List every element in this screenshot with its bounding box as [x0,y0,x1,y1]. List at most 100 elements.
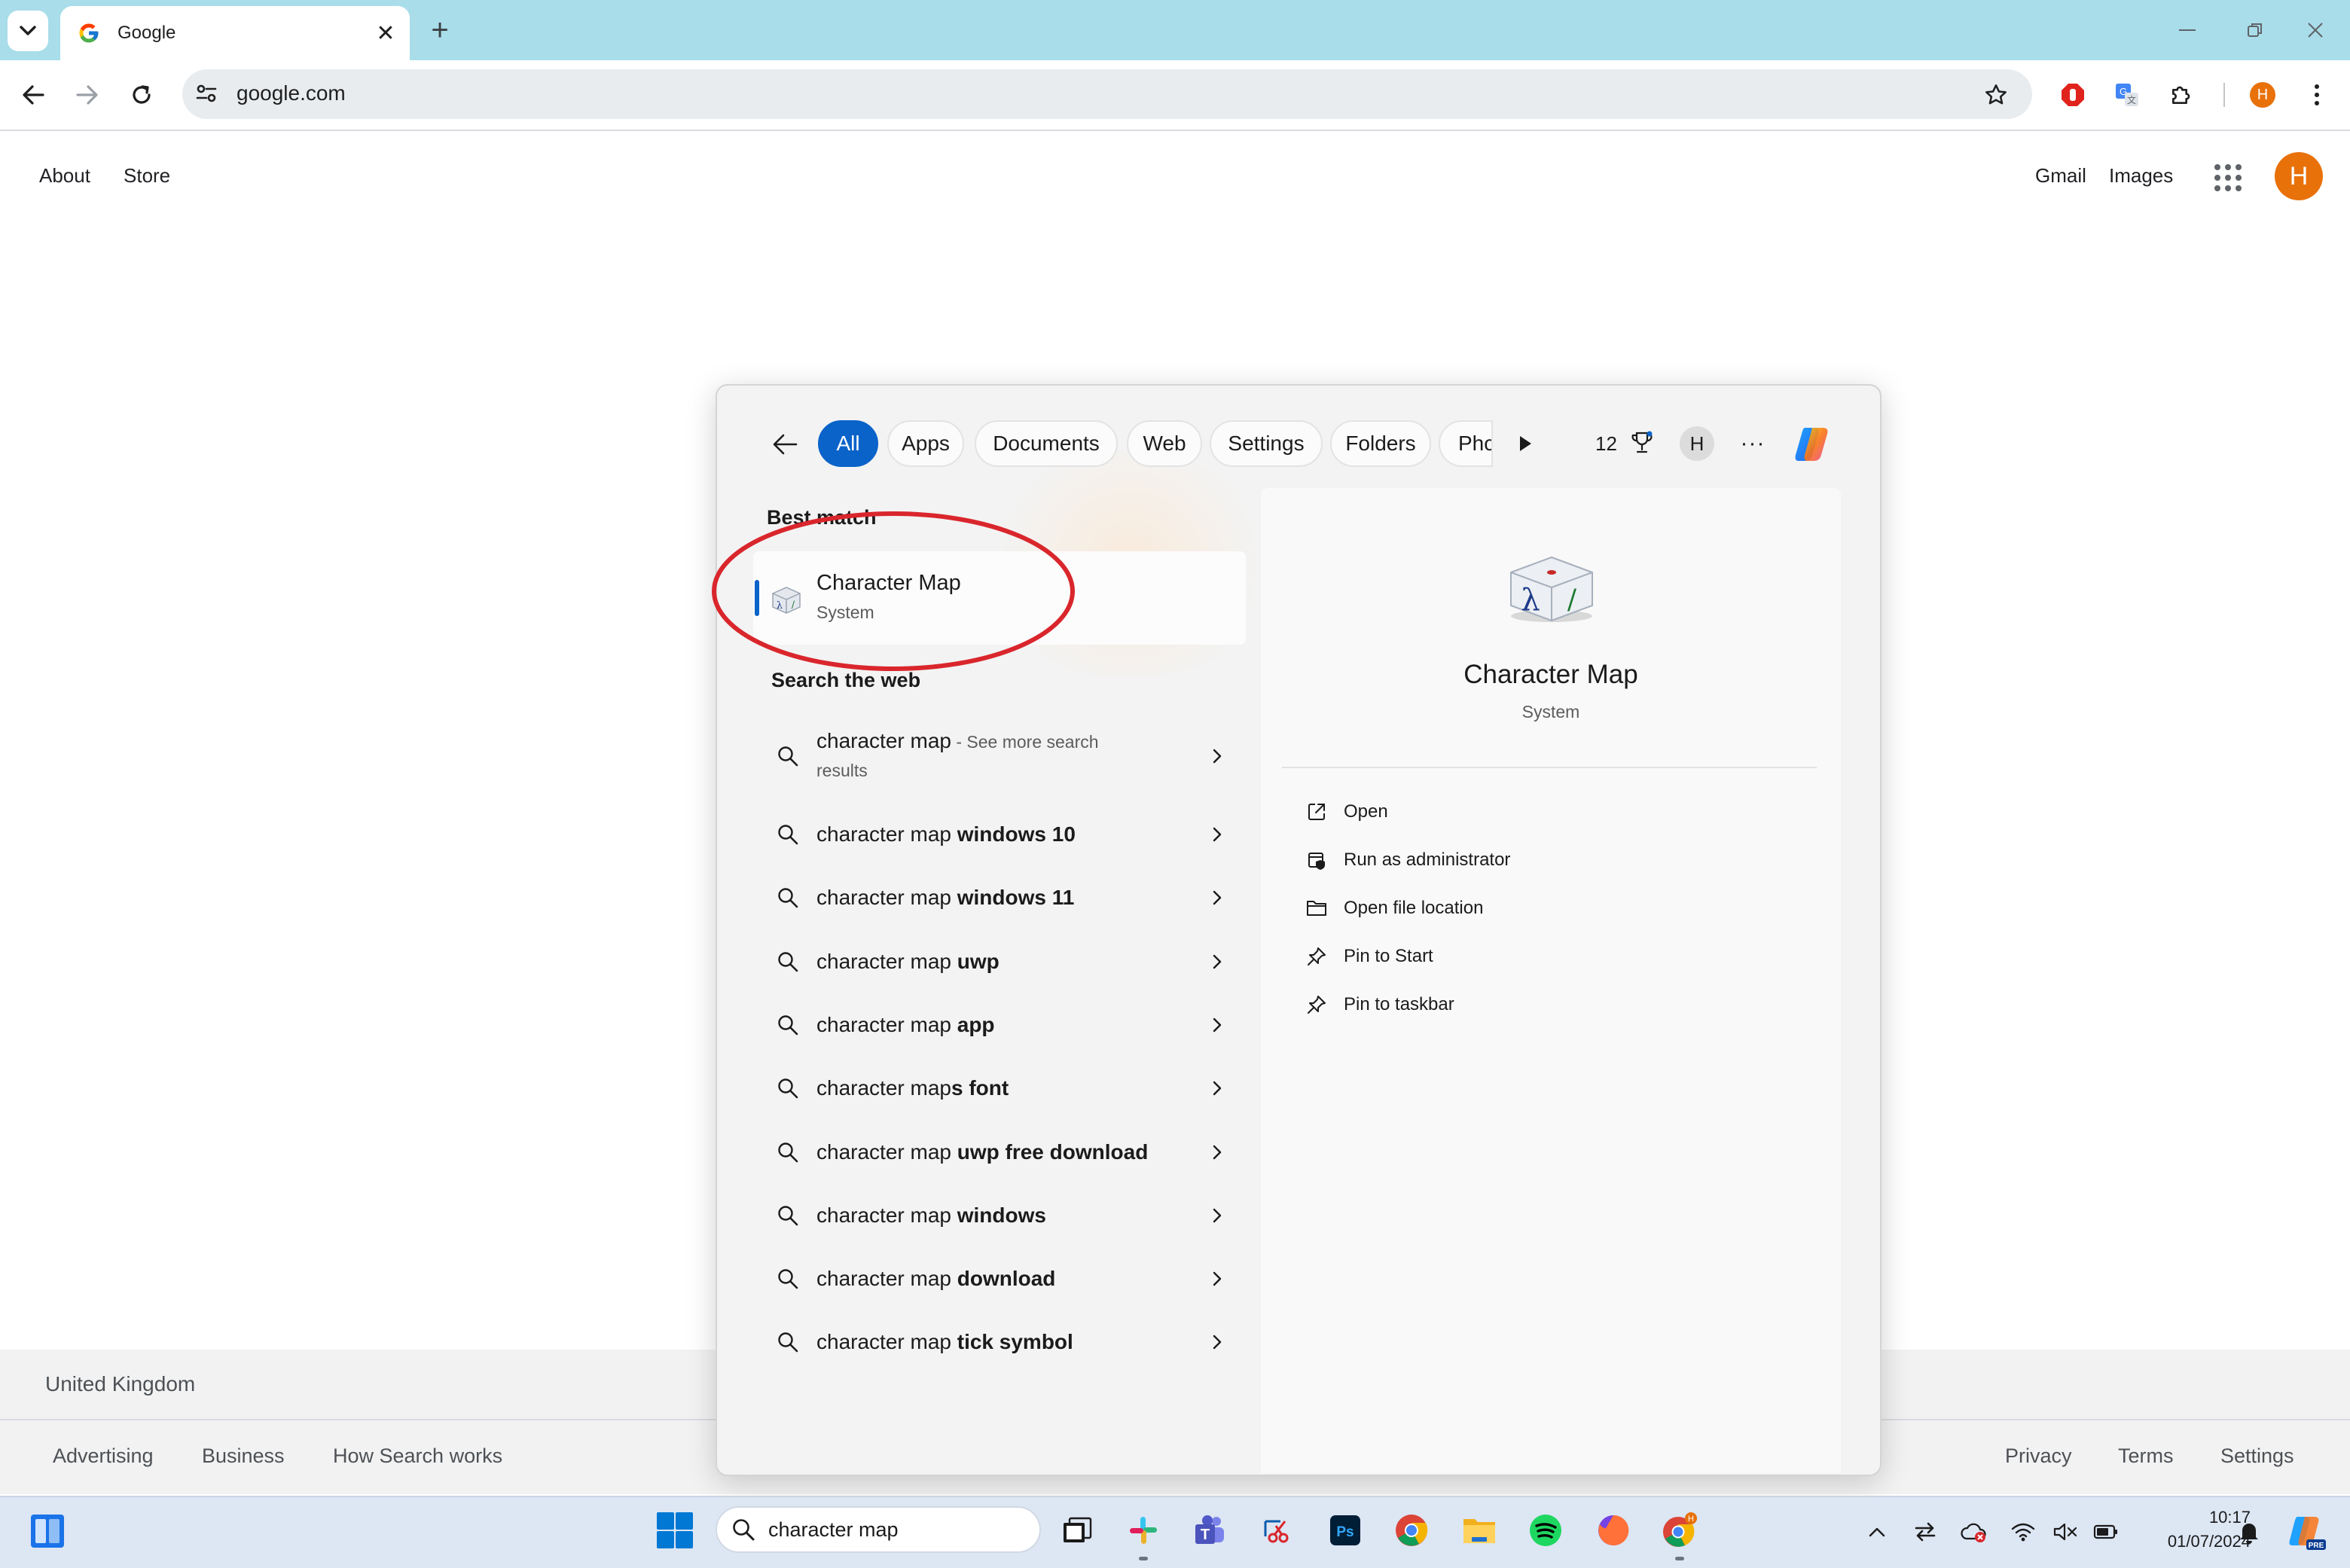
profile-avatar[interactable]: H [2246,78,2279,111]
address-bar[interactable] [182,69,2032,119]
snipping-tool-icon[interactable] [1256,1509,1299,1551]
filter-chip-all[interactable]: All [818,420,878,467]
web-suggestion-row[interactable]: character map windows 10 [753,803,1246,866]
clock-date[interactable]: 01/07/2024 [2123,1532,2251,1551]
action-label: Open file location [1344,898,1484,918]
svg-text:λ: λ [1521,583,1540,618]
web-suggestion-row[interactable]: character map app [753,993,1246,1057]
kebab-menu-icon [2315,84,2319,105]
web-suggestion-row[interactable]: character map windows [753,1184,1246,1247]
web-suggestion-completion: uwp free download [957,1140,1149,1164]
bookmark-star-icon[interactable] [1979,78,2013,111]
tab-search-button[interactable] [8,11,48,51]
filter-chip-photos[interactable]: Phc [1439,420,1493,467]
taskbar-search-text[interactable]: character map [768,1518,899,1542]
chrome-profile-app-icon[interactable]: H [1659,1509,1701,1560]
chrome-app-icon[interactable] [1390,1509,1433,1551]
translate-extension-icon[interactable]: G文 [2110,78,2144,111]
footer-how-search-works-link[interactable]: How Search works [333,1444,502,1468]
filter-chip-settings[interactable]: Settings [1210,420,1323,467]
spotify-app-icon[interactable] [1524,1509,1567,1551]
folder-icon [1302,893,1332,923]
filter-chip-folders[interactable]: Folders [1330,420,1431,467]
action-pin-to-start[interactable]: Pin to Start [1294,935,1806,978]
filter-chip-apps[interactable]: Apps [887,420,964,467]
action-open[interactable]: Open [1294,791,1806,833]
copilot-icon[interactable] [1790,422,1835,467]
filter-chip-web[interactable]: Web [1127,420,1202,467]
svg-text:PRE: PRE [2309,1542,2324,1550]
task-view-icon[interactable] [1056,1509,1098,1551]
speaker-muted-icon[interactable] [2050,1517,2080,1547]
start-button[interactable] [655,1511,694,1550]
chevron-right-icon [1202,947,1232,977]
close-tab-icon[interactable]: ✕ [369,17,402,50]
google-account-avatar[interactable]: H [2275,152,2323,200]
chevron-right-icon [1202,1137,1232,1167]
gmail-link[interactable]: Gmail [2035,164,2086,188]
google-apps-grid-icon[interactable] [2211,161,2245,194]
restore-button[interactable] [2232,11,2278,50]
browser-tab-google[interactable]: Google ✕ [60,6,410,60]
svg-text:/: / [1567,584,1577,615]
web-suggestion-row[interactable]: character maps font [753,1057,1246,1120]
images-link[interactable]: Images [2109,164,2173,188]
windows-taskbar [0,1496,2350,1568]
copilot-preview-icon[interactable]: PRE [2285,1512,2327,1551]
web-suggestion-row[interactable]: character map uwp free download [753,1121,1246,1184]
photoshop-app-icon[interactable]: Ps [1324,1509,1366,1551]
web-suggestion-row[interactable]: character map windows 11 [753,866,1246,929]
puzzle-extensions-icon[interactable] [2165,78,2198,111]
flyout-account-avatar[interactable]: H [1680,426,1714,461]
web-suggestion-row[interactable]: character map download [753,1247,1246,1310]
close-window-button[interactable] [2293,11,2338,50]
battery-icon[interactable] [2091,1517,2121,1547]
web-suggestion-text: character map tick symbol [816,1330,1073,1354]
file-explorer-icon[interactable] [1458,1509,1500,1551]
filter-chip-documents[interactable]: Documents [975,420,1118,467]
more-options-button[interactable]: ··· [1735,426,1770,461]
notification-bell-icon[interactable] [2234,1517,2264,1547]
onedrive-error-icon[interactable] [1958,1517,1988,1547]
back-button[interactable] [12,74,54,116]
footer-privacy-link[interactable]: Privacy [2005,1444,2072,1468]
wifi-icon[interactable] [2008,1517,2038,1547]
footer-advertising-link[interactable]: Advertising [53,1444,154,1468]
forward-button[interactable] [66,74,108,116]
web-suggestion-row[interactable]: character map - See more search results [753,721,1246,809]
rewards-trophy-icon[interactable] [1627,428,1657,458]
footer-terms-link[interactable]: Terms [2118,1444,2174,1468]
search-icon [773,1200,803,1231]
widgets-icon[interactable] [29,1512,66,1550]
store-link[interactable]: Store [124,164,170,188]
toggle-arrows-icon[interactable] [1910,1517,1940,1547]
teams-app-icon[interactable]: T [1189,1509,1231,1551]
web-suggestion-row[interactable]: character map uwp [753,930,1246,993]
more-filters-button[interactable] [1508,426,1543,461]
about-link[interactable]: About [39,164,90,188]
web-suggestion-row[interactable]: character map tick symbol [753,1310,1246,1374]
slack-app-icon[interactable] [1122,1509,1164,1560]
footer-settings-link[interactable]: Settings [2220,1444,2294,1468]
pin-icon [1302,990,1332,1020]
chrome-menu-button[interactable] [2300,78,2333,111]
show-hidden-icons-chevron-icon[interactable] [1862,1517,1892,1547]
footer-business-link[interactable]: Business [202,1444,285,1468]
web-suggestion-query: character map [816,1013,957,1036]
adblock-extension-icon[interactable] [2056,78,2089,111]
web-suggestion-query: character map [816,1203,957,1227]
restore-icon [2248,23,2262,37]
site-settings-icon[interactable] [193,80,220,107]
svg-text:H: H [1688,1515,1694,1524]
url-text[interactable]: google.com [237,81,346,105]
firefox-app-icon[interactable] [1592,1509,1634,1551]
search-back-button[interactable] [767,426,803,462]
action-open-file-location[interactable]: Open file location [1294,887,1806,929]
reload-button[interactable] [121,74,163,116]
new-tab-button[interactable]: + [422,12,458,48]
search-icon [773,1137,803,1167]
action-pin-to-taskbar[interactable]: Pin to taskbar [1294,984,1806,1026]
action-run-as-admin[interactable]: Run as administrator [1294,839,1806,881]
minimize-button[interactable] [2165,11,2210,50]
web-suggestion-hint: - See more search [951,732,1099,752]
